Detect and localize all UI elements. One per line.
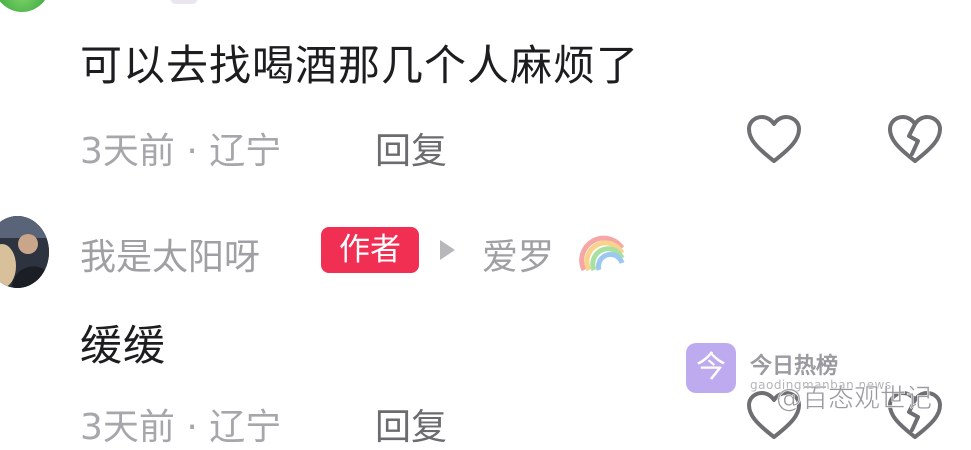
watermark-handle: @百态观世记 (776, 384, 933, 415)
reply-arrow-icon (440, 240, 455, 260)
user-avatar[interactable] (0, 216, 49, 288)
author-badge: 作者 (321, 227, 419, 273)
reply-button[interactable]: 回复 (375, 122, 447, 174)
rainbow-icon (579, 235, 625, 272)
heart-outline-icon[interactable] (746, 114, 802, 166)
previous-comment-badge (170, 0, 198, 4)
previous-commenter-avatar[interactable] (0, 0, 50, 12)
username[interactable]: 我是太阳呀 (80, 228, 260, 280)
comment-timestamp-location: 3天前 · 辽宁 (80, 131, 282, 172)
comment-timestamp-location: 3天前 · 辽宁 (80, 407, 282, 448)
watermark-logo: 今 (686, 343, 736, 393)
watermark-name: 今日热榜 (750, 354, 839, 379)
comment-text: 可以去找喝酒那几个人麻烦了 (80, 41, 640, 90)
comment-text: 缓缓 (80, 321, 167, 370)
reply-button[interactable]: 回复 (375, 398, 447, 450)
broken-heart-icon[interactable] (887, 114, 943, 166)
reply-to-username[interactable]: 爱罗 (482, 228, 554, 280)
